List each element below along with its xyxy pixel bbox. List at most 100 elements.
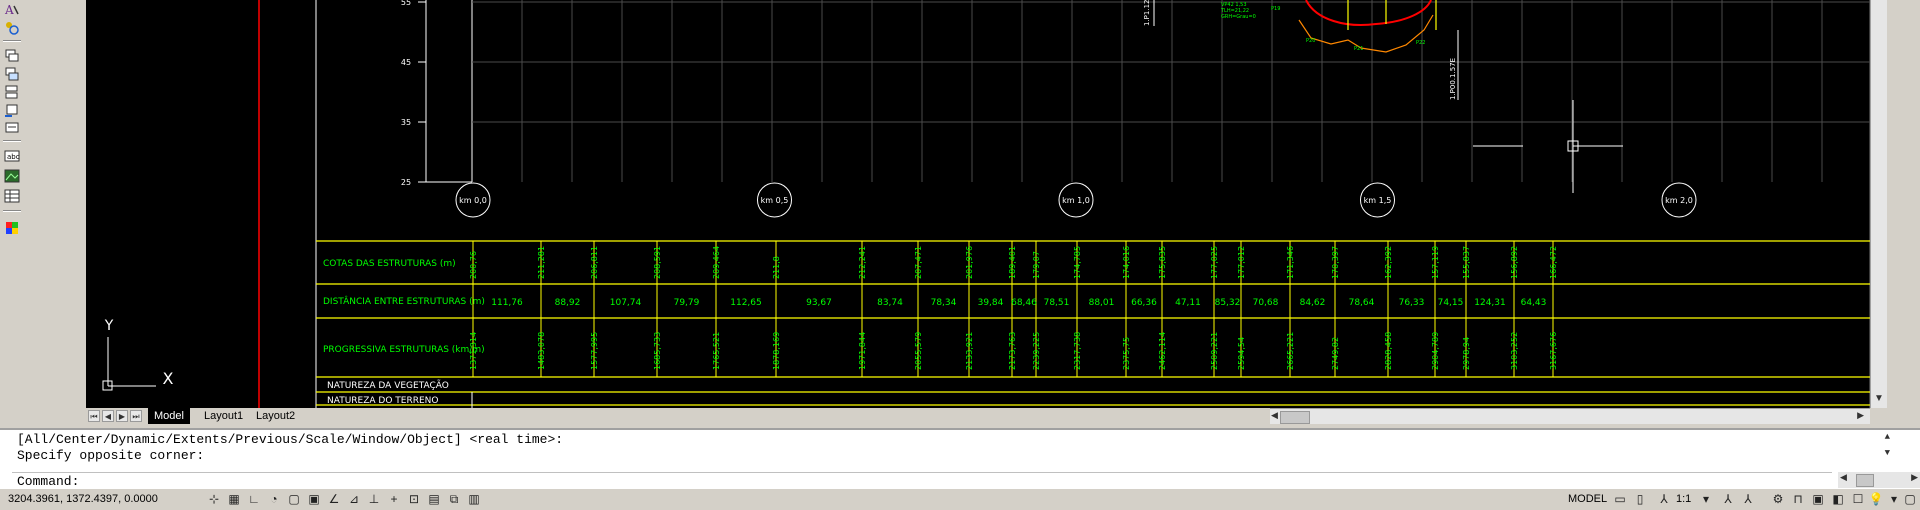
osnap-icon[interactable]: ▢: [286, 491, 302, 507]
properties-icon[interactable]: [2, 18, 22, 38]
drawing-canvas[interactable]: 55 45 35 25 VP42 1,53 TLH=21,22 GRH=Grau=0 …: [86, 0, 1870, 408]
horizontal-scroll-thumb[interactable]: [1280, 411, 1310, 424]
tiny-label: P22: [1416, 40, 1425, 46]
hardware-acceleration-icon[interactable]: ▣: [1810, 491, 1826, 507]
command-scroll-up-icon[interactable]: ▲: [1885, 432, 1890, 442]
ducs-icon[interactable]: ⊿: [346, 491, 362, 507]
viewport-gutter: [24, 0, 86, 428]
otrack-icon[interactable]: ∠: [326, 491, 342, 507]
first-tab-icon[interactable]: ⏮: [88, 410, 100, 422]
tab-layout1[interactable]: Layout1: [198, 408, 249, 424]
horizontal-scrollbar[interactable]: ◀ ▶: [1270, 408, 1870, 424]
svg-text:A: A: [4, 3, 14, 17]
snap-icon[interactable]: ⊹: [206, 491, 222, 507]
tab-model[interactable]: Model: [148, 408, 190, 424]
toolbar-divider: [3, 40, 21, 42]
cota-value: 171,346: [1286, 246, 1295, 279]
layer-copy-icon[interactable]: [2, 46, 22, 66]
cota-value: 179,07: [1032, 251, 1041, 279]
progressiva-value: 3103,252: [1510, 332, 1519, 370]
cota-value: 207,471: [914, 246, 923, 279]
color-palette-icon[interactable]: [2, 218, 22, 238]
distancia-value: 78,34: [931, 298, 957, 308]
status-menu-icon[interactable]: ▾: [1886, 491, 1902, 507]
distancia-value: 78,64: [1349, 298, 1375, 308]
distancia-value: 112,65: [730, 298, 762, 308]
row-label-terreno: NATUREZA DO TERRENO: [327, 396, 438, 406]
quick-view-drawings-icon[interactable]: ▯: [1632, 491, 1648, 507]
cota-value: 206,811: [590, 246, 599, 279]
scroll-left-arrow-icon[interactable]: ◀: [1271, 410, 1278, 421]
quick-view-layouts-icon[interactable]: ▭: [1612, 491, 1628, 507]
distancia-value: 76,33: [1399, 298, 1425, 308]
ucs-x-label: X: [163, 369, 174, 388]
layer-move-icon[interactable]: [2, 64, 22, 84]
command-history-line: Specify opposite corner:: [17, 448, 205, 463]
fullscreen-icon[interactable]: ▢: [1902, 491, 1918, 507]
progressiva-value: 1971,844: [858, 332, 867, 370]
text-style-icon[interactable]: A: [2, 0, 22, 20]
km-marker-label: km 0,0: [459, 196, 487, 205]
lightbulb-icon[interactable]: 💡: [1868, 491, 1884, 507]
lock-icon[interactable]: ⊓: [1790, 491, 1806, 507]
layer-isolate-icon[interactable]: [2, 118, 22, 138]
command-hscroll[interactable]: ◀ ▶: [1838, 472, 1920, 488]
ortho-icon[interactable]: ∟: [246, 491, 262, 507]
polar-icon[interactable]: ◔: [266, 491, 282, 507]
progressiva-value: 1878,169: [772, 332, 781, 370]
progressiva-value: 1577,995: [590, 332, 599, 370]
structure-label-vertical: 1.P1.12: [1143, 0, 1151, 26]
dyn-icon[interactable]: ⊥: [366, 491, 382, 507]
am-icon[interactable]: ▥: [466, 491, 482, 507]
progressiva-value: 2665,221: [1286, 332, 1295, 370]
distancia-value: 84,62: [1300, 298, 1326, 308]
cota-value: 208,591: [653, 246, 662, 279]
image-icon[interactable]: [2, 166, 22, 186]
ucs-y-label: Y: [104, 318, 114, 334]
tiny-label: P19: [1271, 6, 1280, 12]
cota-value: 174,785: [1073, 246, 1082, 279]
auto-scale-icon[interactable]: ⅄: [1740, 491, 1756, 507]
distancia-value: 74,15: [1438, 298, 1464, 308]
modify-toolbar: A abc: [0, 0, 25, 428]
clean-screen-icon[interactable]: ☐: [1850, 491, 1866, 507]
tab-layout2[interactable]: Layout2: [250, 408, 301, 424]
scroll-down-arrow-icon[interactable]: ▼: [1871, 392, 1887, 406]
isolate-objects-icon[interactable]: ◧: [1830, 491, 1846, 507]
progressiva-value: 2978,94: [1462, 337, 1471, 370]
distancia-value: 68,46: [1011, 298, 1037, 308]
table-icon[interactable]: [2, 186, 22, 206]
km-markers: km 0,0 km 0,5 km 1,0 km 1,5 km 2,0: [455, 182, 1697, 218]
coordinate-readout[interactable]: 3204.3961, 1372.4397, 0.0000: [8, 493, 158, 505]
grid-icon[interactable]: ▦: [226, 491, 242, 507]
command-input[interactable]: Command:: [12, 472, 1832, 489]
scroll-right-arrow-icon[interactable]: ▶: [1857, 410, 1864, 421]
km-marker-label: km 0,5: [761, 196, 789, 205]
annotation-scale-icon[interactable]: ⅄: [1656, 491, 1672, 507]
command-scroll-down-icon[interactable]: ▼: [1885, 448, 1890, 458]
prev-tab-icon[interactable]: ◀: [102, 410, 114, 422]
toolbar-divider: [3, 210, 21, 212]
row-label-progressiva: PROGRESSIVA ESTRUTURAS (km/m): [323, 345, 485, 355]
ucs-icon: Y X: [102, 318, 174, 391]
next-tab-icon[interactable]: ▶: [116, 410, 128, 422]
annotation-visibility-icon[interactable]: ⅄: [1720, 491, 1736, 507]
lineweight-icon[interactable]: +: [386, 491, 402, 507]
last-tab-icon[interactable]: ⏭: [130, 410, 142, 422]
layer-previous-icon[interactable]: [2, 100, 22, 120]
progressiva-value: 2055,579: [914, 332, 923, 370]
qp-icon[interactable]: ▤: [426, 491, 442, 507]
chevron-down-icon[interactable]: ▾: [1698, 491, 1714, 507]
sc-icon[interactable]: ⧉: [446, 491, 462, 507]
workspace-gear-icon[interactable]: ⚙: [1770, 491, 1786, 507]
3d-osnap-icon[interactable]: ▣: [306, 491, 322, 507]
layer-match-icon[interactable]: [2, 82, 22, 102]
text-edit-icon[interactable]: abc: [2, 146, 22, 166]
annotation-scale-value[interactable]: 1:1: [1676, 493, 1691, 505]
model-space-label[interactable]: MODEL: [1568, 493, 1607, 505]
transparency-icon[interactable]: ⊡: [406, 491, 422, 507]
vertical-scrollbar[interactable]: ▼: [1870, 0, 1887, 408]
distancia-value: 47,11: [1175, 298, 1201, 308]
progressiva-value: 2509,221: [1210, 332, 1219, 370]
distancia-value: 39,84: [978, 298, 1004, 308]
